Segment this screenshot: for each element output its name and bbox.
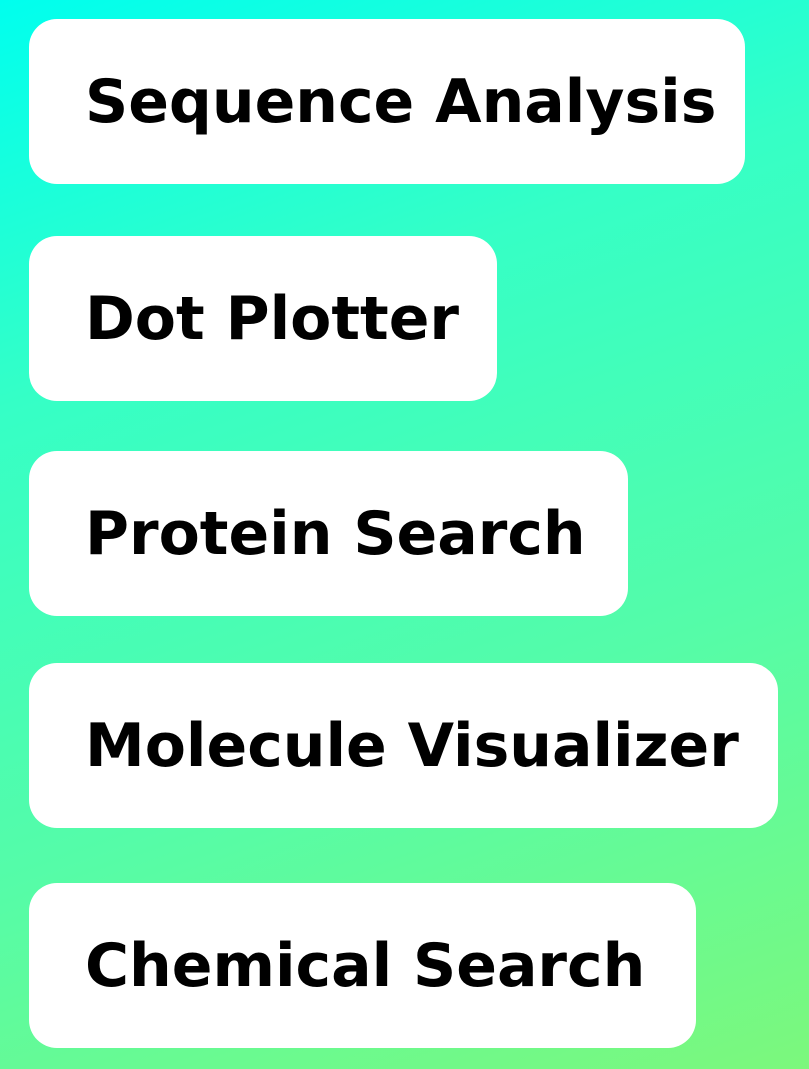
sequence-analysis-button[interactable]: Sequence Analysis — [29, 19, 745, 184]
chemical-search-button[interactable]: Chemical Search — [29, 883, 696, 1048]
dot-plotter-label: Dot Plotter — [85, 283, 460, 354]
tool-menu: Sequence Analysis Dot Plotter Protein Se… — [0, 0, 809, 1069]
protein-search-label: Protein Search — [85, 498, 586, 569]
sequence-analysis-label: Sequence Analysis — [85, 66, 717, 137]
molecule-visualizer-label: Molecule Visualizer — [85, 710, 739, 781]
molecule-visualizer-button[interactable]: Molecule Visualizer — [29, 663, 778, 828]
chemical-search-label: Chemical Search — [85, 930, 646, 1001]
dot-plotter-button[interactable]: Dot Plotter — [29, 236, 497, 401]
protein-search-button[interactable]: Protein Search — [29, 451, 628, 616]
